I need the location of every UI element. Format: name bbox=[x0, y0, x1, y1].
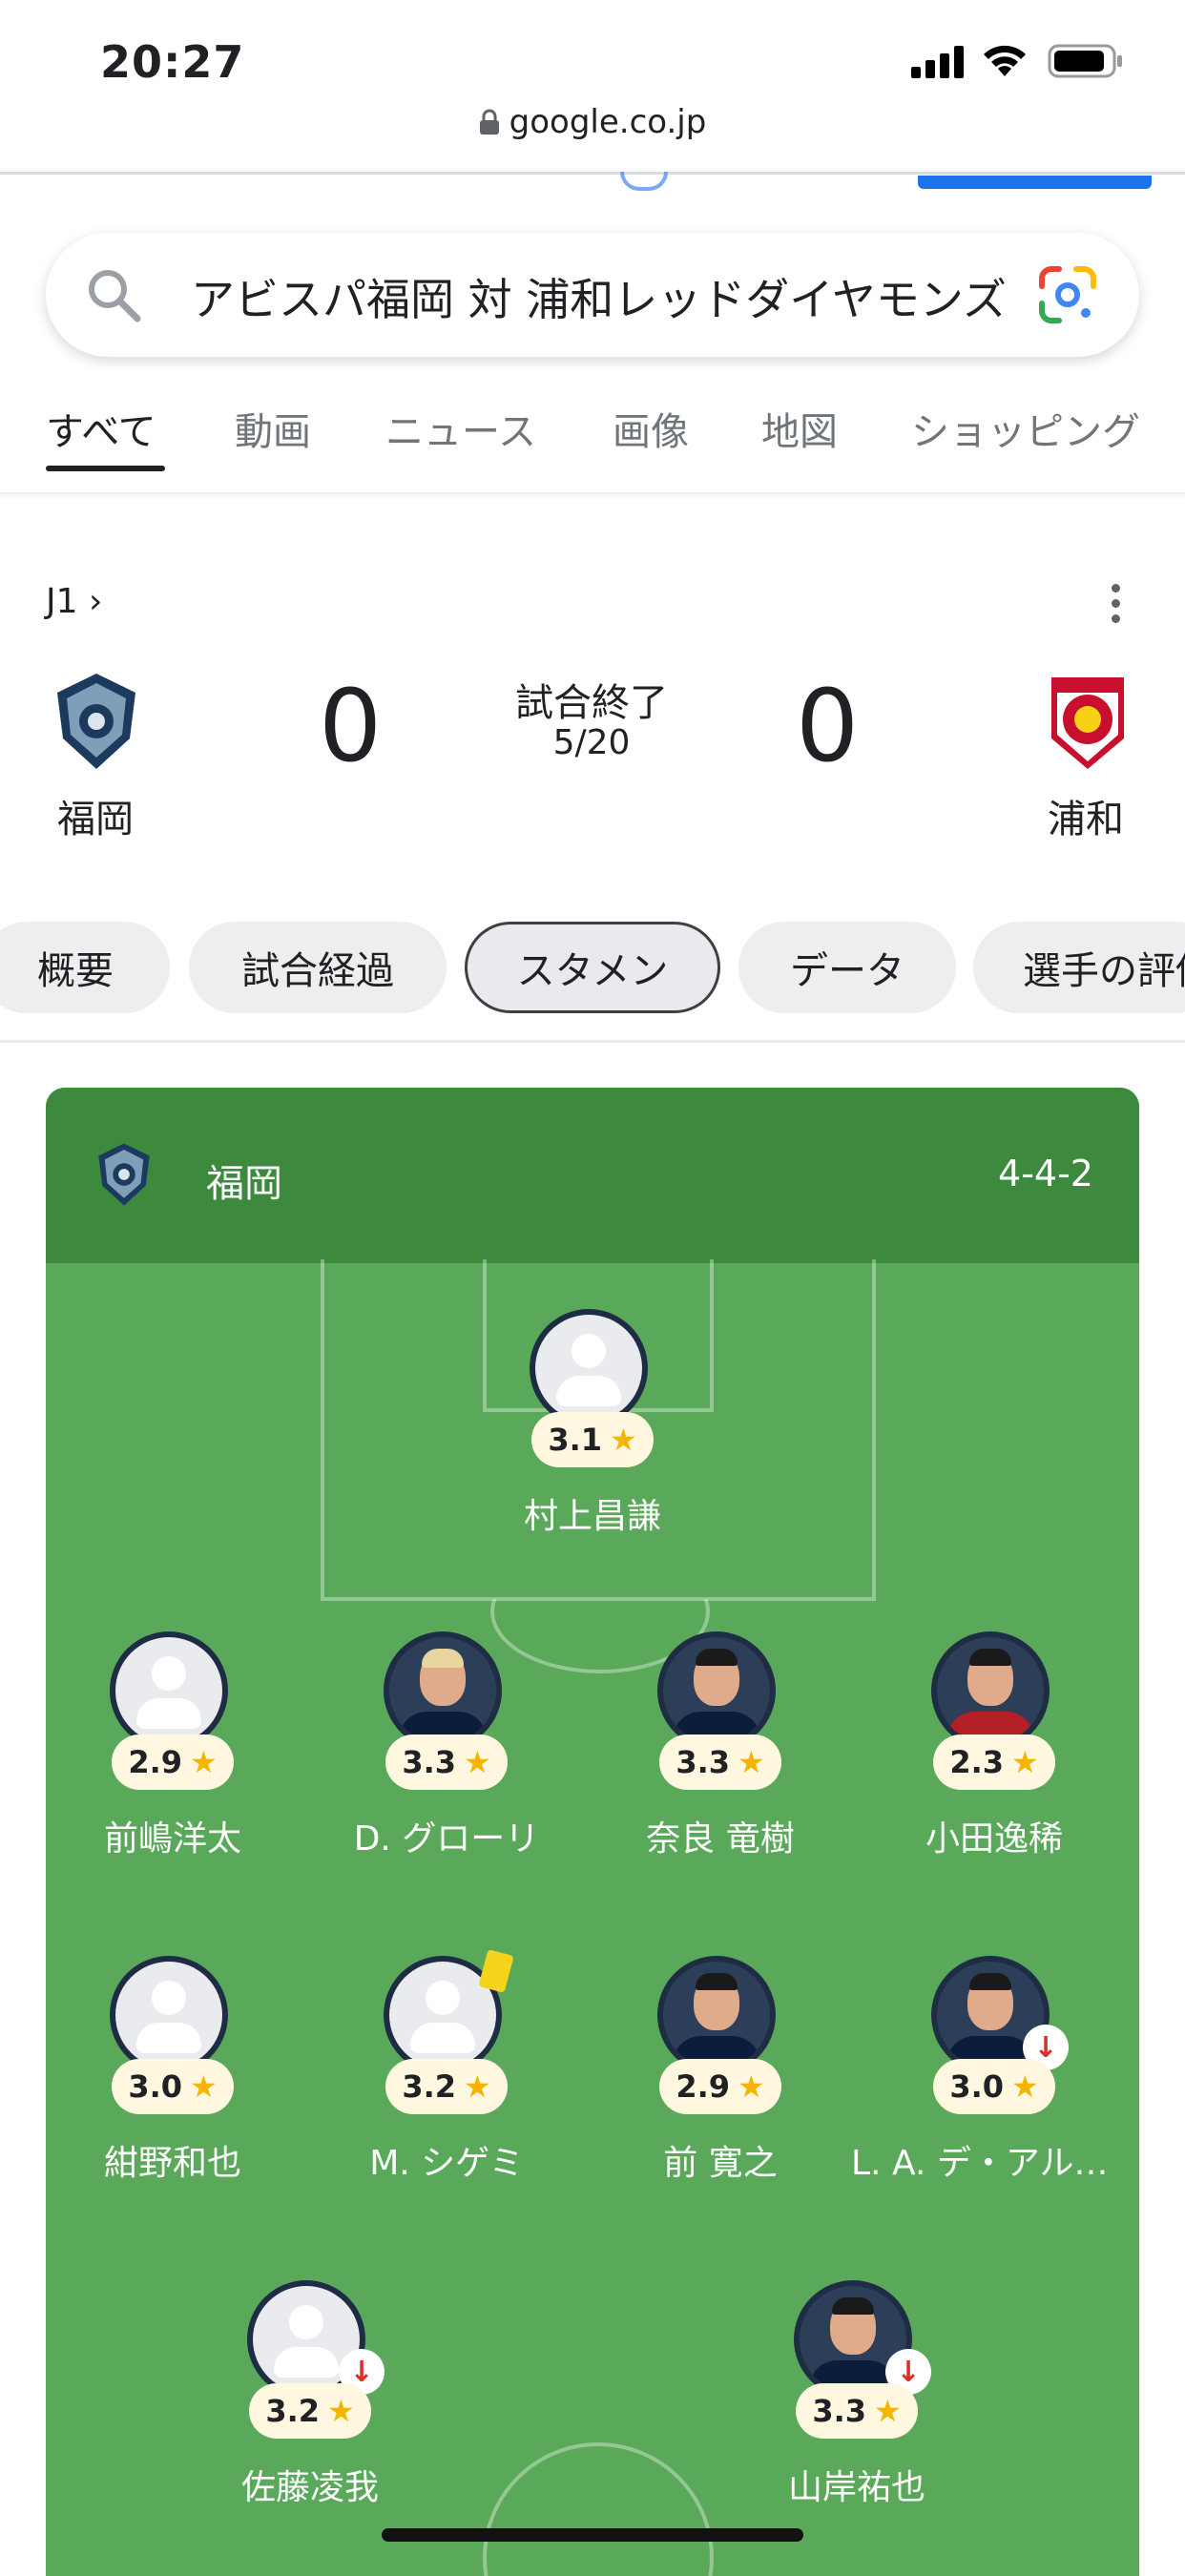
team-crest-icon bbox=[97, 1141, 151, 1212]
player-name: 村上昌謙 bbox=[523, 1497, 661, 1536]
tab-all[interactable]: すべて bbox=[46, 401, 156, 456]
avatar bbox=[657, 1631, 776, 1750]
player-card[interactable]: 3.2 ★ M. シゲミ bbox=[303, 1949, 590, 2194]
player-card[interactable]: 3.3 ★ 奈良 竜樹 bbox=[577, 1631, 863, 1870]
rating-badge: 3.3 ★ bbox=[796, 2383, 918, 2439]
search-box[interactable]: アビスパ福岡 対 浦和レッドダイヤモンズ bbox=[46, 233, 1139, 357]
player-card[interactable]: ↓ 3.3 ★ 山岸祐也 bbox=[714, 2280, 1000, 2519]
match-date: 5/20 bbox=[552, 723, 631, 762]
away-score: 0 bbox=[796, 668, 860, 784]
more-options-icon[interactable] bbox=[1112, 584, 1121, 630]
tab-images[interactable]: 画像 bbox=[613, 401, 689, 456]
star-icon: ★ bbox=[738, 1744, 765, 1780]
center-circle bbox=[483, 2442, 714, 2576]
tab-maps[interactable]: 地図 bbox=[761, 401, 838, 456]
rating-badge: 2.3 ★ bbox=[933, 1735, 1055, 1790]
tab-shopping[interactable]: ショッピング bbox=[911, 401, 1140, 456]
home-team-crest-icon[interactable] bbox=[55, 672, 137, 775]
star-icon: ★ bbox=[327, 2393, 355, 2429]
lock-icon bbox=[479, 106, 500, 144]
avatar bbox=[931, 1631, 1050, 1750]
wifi-icon bbox=[981, 42, 1029, 82]
google-lens-icon[interactable] bbox=[1038, 265, 1097, 328]
status-time: 20:27 bbox=[100, 36, 245, 88]
player-card[interactable]: 2.3 ★ 小田逸稀 bbox=[851, 1631, 1137, 1870]
avatar bbox=[384, 1631, 502, 1750]
player-name: 前嶋洋太 bbox=[103, 1819, 241, 1859]
rating-badge: 3.2 ★ bbox=[385, 2059, 508, 2114]
home-score: 0 bbox=[319, 668, 383, 784]
lineup-card: 福岡 4-4-2 3.1 ★ 村上昌謙 2.9 ★ 前嶋洋太 3.3 ★ D. グロー… bbox=[46, 1088, 1139, 2576]
home-indicator[interactable] bbox=[382, 2528, 803, 2542]
player-name: 小田逸稀 bbox=[925, 1819, 1063, 1859]
player-card[interactable]: 2.9 ★ 前嶋洋太 bbox=[46, 1631, 316, 1870]
player-name: 奈良 竜樹 bbox=[646, 1819, 795, 1859]
partial-icon bbox=[620, 172, 668, 191]
active-tab-indicator bbox=[46, 466, 165, 471]
divider bbox=[0, 492, 1185, 498]
avatar bbox=[657, 1956, 776, 2074]
rating-badge: 3.0 ★ bbox=[112, 2059, 234, 2114]
avatar bbox=[530, 1309, 648, 1427]
player-name: 佐藤凌我 bbox=[240, 2468, 379, 2507]
tab-news[interactable]: ニュース bbox=[385, 401, 536, 456]
chip-overview[interactable]: 概要 bbox=[0, 922, 170, 1013]
star-icon: ★ bbox=[874, 2393, 902, 2429]
player-card[interactable]: 3.3 ★ D. グローリ bbox=[303, 1631, 590, 1870]
away-team-name[interactable]: 浦和 bbox=[1048, 788, 1124, 843]
rating-badge: 2.9 ★ bbox=[112, 1735, 234, 1790]
rating-badge: 3.3 ★ bbox=[385, 1735, 508, 1790]
player-name: 紺野和也 bbox=[103, 2144, 241, 2183]
player-name: 前 寛之 bbox=[663, 2144, 778, 2183]
star-icon: ★ bbox=[738, 2068, 765, 2105]
rating-badge: 3.0 ★ bbox=[933, 2059, 1055, 2114]
player-card[interactable]: 3.0 ★ 紺野和也 bbox=[46, 1956, 316, 2194]
search-icon bbox=[86, 267, 141, 326]
league-link[interactable]: J1 › bbox=[46, 582, 102, 621]
star-icon: ★ bbox=[190, 2068, 218, 2105]
avatar bbox=[110, 1956, 228, 2074]
player-card[interactable]: ↓ 3.0★ L. A. デ・アルメイダ bbox=[851, 1956, 1137, 2194]
signal-icon bbox=[911, 46, 967, 82]
battery-icon bbox=[1048, 44, 1124, 82]
star-icon: ★ bbox=[610, 1422, 637, 1458]
player-name: M. シゲミ bbox=[369, 2144, 524, 2183]
chip-stats[interactable]: データ bbox=[738, 922, 956, 1013]
tab-videos[interactable]: 動画 bbox=[235, 401, 311, 456]
star-icon: ★ bbox=[190, 1744, 218, 1780]
avatar bbox=[110, 1631, 228, 1750]
formation: 4-4-2 bbox=[998, 1153, 1093, 1195]
rating-badge: 3.2 ★ bbox=[249, 2383, 371, 2439]
divider bbox=[0, 172, 1185, 175]
url-bar[interactable]: google.co.jp bbox=[0, 103, 1185, 144]
lineup-header: 福岡 4-4-2 bbox=[46, 1088, 1139, 1263]
url-text: google.co.jp bbox=[509, 103, 707, 141]
player-card[interactable]: ↓ 3.2 ★ 佐藤凌我 bbox=[167, 2280, 453, 2519]
divider bbox=[0, 1040, 1185, 1043]
star-icon: ★ bbox=[464, 1744, 491, 1780]
player-card[interactable]: 3.1 ★ 村上昌謙 bbox=[449, 1309, 736, 1548]
match-status: 試合終了 bbox=[515, 681, 668, 725]
chip-player-ratings[interactable]: 選手の評価 bbox=[973, 922, 1185, 1013]
chip-lineups[interactable]: スタメン bbox=[465, 922, 720, 1013]
lineup-team-name: 福岡 bbox=[206, 1162, 282, 1206]
rating-badge: 3.3 ★ bbox=[659, 1735, 781, 1790]
search-input[interactable]: アビスパ福岡 対 浦和レッドダイヤモンズ bbox=[191, 265, 1050, 328]
player-card[interactable]: 2.9 ★ 前 寛之 bbox=[577, 1956, 863, 2194]
star-icon: ★ bbox=[1011, 2068, 1039, 2105]
player-name: 山岸祐也 bbox=[787, 2468, 925, 2507]
home-team-name[interactable]: 福岡 bbox=[57, 788, 134, 843]
rating-badge: 2.9 ★ bbox=[659, 2059, 781, 2114]
player-name: D. グローリ bbox=[353, 1819, 540, 1859]
yellow-card-icon bbox=[478, 1949, 514, 1993]
star-icon: ★ bbox=[464, 2068, 491, 2105]
rating-badge: 3.1 ★ bbox=[531, 1412, 654, 1467]
player-name: L. A. デ・アルメイダ bbox=[851, 2144, 1137, 2183]
away-team-crest-icon[interactable] bbox=[1048, 672, 1128, 775]
partial-button bbox=[918, 176, 1152, 189]
star-icon: ★ bbox=[1011, 1744, 1039, 1780]
chip-timeline[interactable]: 試合経過 bbox=[189, 922, 447, 1013]
